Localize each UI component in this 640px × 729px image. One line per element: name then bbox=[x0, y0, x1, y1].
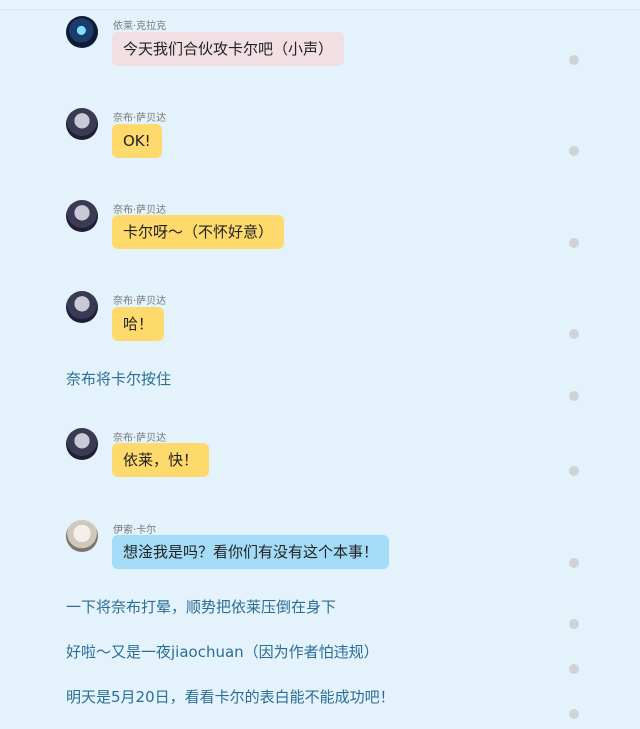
top-divider bbox=[0, 0, 640, 10]
avatar-icon[interactable] bbox=[66, 291, 98, 323]
status-dot-icon bbox=[569, 619, 579, 629]
narration-text: 好啦～又是一夜jiaochuan（因为作者怕违规） bbox=[66, 643, 379, 661]
status-dot-icon bbox=[569, 391, 579, 401]
message-bubble[interactable]: OK! bbox=[112, 124, 162, 158]
status-dot-icon bbox=[569, 664, 579, 674]
status-dot-icon bbox=[569, 55, 579, 65]
sender-name: 奈布·萨贝达 bbox=[113, 296, 167, 307]
sender-name: 奈布·萨贝达 bbox=[113, 113, 167, 124]
avatar-icon[interactable] bbox=[66, 16, 98, 48]
status-dot-icon bbox=[569, 238, 579, 248]
sender-name: 依莱·克拉克 bbox=[113, 21, 167, 32]
status-dot-icon bbox=[569, 466, 579, 476]
avatar-icon[interactable] bbox=[66, 108, 98, 140]
message-bubble[interactable]: 依莱，快！ bbox=[112, 443, 210, 477]
sender-name: 奈布·萨贝达 bbox=[113, 433, 167, 444]
narration-text: 奈布将卡尔按住 bbox=[66, 370, 172, 388]
sender-name: 奈布·萨贝达 bbox=[113, 205, 167, 216]
status-dot-icon bbox=[569, 558, 579, 568]
message-bubble[interactable]: 卡尔呀～（不怀好意） bbox=[112, 215, 285, 249]
status-dot-icon bbox=[569, 146, 579, 156]
avatar-icon[interactable] bbox=[66, 428, 98, 460]
sender-name: 伊索·卡尔 bbox=[113, 525, 157, 536]
narration-text: 明天是5月20日，看看卡尔的表白能不能成功吧！ bbox=[66, 688, 395, 706]
message-bubble[interactable]: 想淦我是吗？看你们有没有这个本事！ bbox=[112, 535, 390, 569]
avatar-icon[interactable] bbox=[66, 520, 98, 552]
message-bubble[interactable]: 今天我们合伙攻卡尔吧（小声） bbox=[112, 32, 345, 66]
message-bubble[interactable]: 哈！ bbox=[112, 307, 165, 341]
narration-text: 一下将奈布打晕，顺势把依莱压倒在身下 bbox=[66, 598, 337, 616]
status-dot-icon bbox=[569, 329, 579, 339]
status-dot-icon bbox=[569, 709, 579, 719]
avatar-icon[interactable] bbox=[66, 200, 98, 232]
